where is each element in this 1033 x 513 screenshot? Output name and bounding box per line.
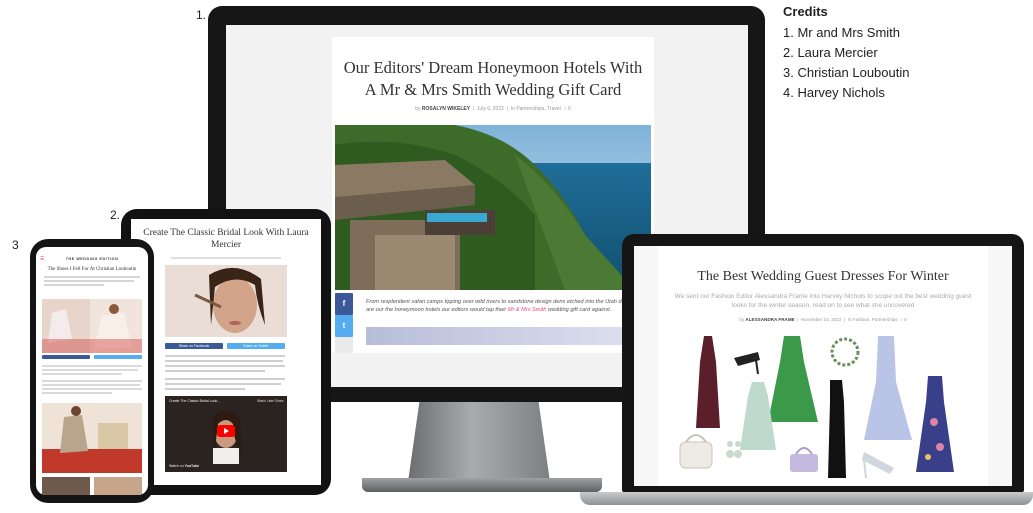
article-date: July 6, 2022 bbox=[476, 106, 504, 112]
comment-count: 0 bbox=[567, 106, 571, 112]
facebook-share-button[interactable]: f bbox=[335, 293, 353, 315]
phone-body-lines bbox=[42, 365, 142, 394]
laptop-article-meta: by ALESSANDRA FRAME | November 15, 2022 … bbox=[739, 317, 907, 322]
phone-facebook-share-button[interactable] bbox=[42, 355, 90, 359]
phone-number-label: 3 bbox=[12, 238, 19, 252]
monitor-article-meta: by ROSALYN WIKELEY | July 6, 2022 | In P… bbox=[415, 106, 571, 112]
byline-label: by bbox=[739, 317, 745, 322]
laptop-article-intro: We sent our Fashion Editor Alessandra Fr… bbox=[674, 293, 972, 309]
mr-mrs-smith-link[interactable]: Mr & Mrs Smith bbox=[508, 307, 547, 313]
laptop-screen: The Best Wedding Guest Dresses For Winte… bbox=[634, 246, 1012, 486]
phone-twitter-share-button[interactable] bbox=[94, 355, 142, 359]
comment-count: 0 bbox=[904, 317, 907, 322]
credit-item: 1. Mr and Mrs Smith bbox=[783, 25, 901, 40]
tablet-article-meta-line bbox=[171, 257, 281, 259]
monitor-article-headline[interactable]: Our Editors' Dream Honeymoon Hotels With… bbox=[338, 57, 648, 101]
phone-thumbnail-strip bbox=[42, 477, 142, 495]
credit-item: 3. Christian Louboutin bbox=[783, 65, 910, 80]
monitor-hero-image bbox=[335, 125, 651, 290]
watch-later-button[interactable]: Watch Later bbox=[257, 399, 274, 403]
author-link[interactable]: ALESSANDRA FRAME bbox=[745, 317, 794, 322]
phone-second-image bbox=[42, 403, 142, 473]
phone-hero-image bbox=[42, 299, 142, 353]
laptop-article-headline[interactable]: The Best Wedding Guest Dresses For Winte… bbox=[658, 269, 988, 285]
dresses-collage-image bbox=[679, 336, 954, 479]
watch-on-label: Watch on bbox=[169, 464, 184, 468]
tablet-body-text-lines bbox=[165, 355, 287, 390]
monitor-number-label: 1. bbox=[196, 8, 207, 22]
facebook-icon: f bbox=[342, 299, 346, 308]
category-links[interactable]: Partnerships, Travel bbox=[516, 106, 560, 112]
tablet-number-label: 2. bbox=[110, 208, 121, 222]
phone-screen: THE WEDDING EDITION ☰ The Shoes I Fell F… bbox=[36, 247, 148, 495]
credit-item: 2. Laura Mercier bbox=[783, 45, 878, 60]
byline-label: by bbox=[415, 106, 421, 112]
tablet-twitter-share-button[interactable]: Share on Twitter bbox=[227, 343, 285, 349]
tablet-makeup-photo bbox=[165, 265, 287, 337]
phone-menu-icon[interactable]: ☰ bbox=[40, 256, 44, 262]
phone-intro-lines bbox=[44, 276, 140, 286]
youtube-logo: YouTube bbox=[184, 464, 200, 468]
in-label: In bbox=[510, 106, 515, 112]
monitor-base bbox=[362, 478, 602, 492]
credit-item: 4. Harvey Nichols bbox=[783, 85, 885, 100]
share-column-extra bbox=[335, 337, 353, 353]
ad-banner[interactable] bbox=[366, 327, 650, 345]
tablet-article-headline[interactable]: Create The Classic Bridal Look With Laur… bbox=[139, 227, 313, 251]
intro-text-end: wedding gift card against. bbox=[547, 307, 612, 313]
tablet-video-player[interactable]: Create The Classic Bridal Look... Watch … bbox=[165, 396, 287, 472]
author-link[interactable]: ROSALYN WIKELEY bbox=[422, 106, 470, 112]
monitor-stand bbox=[408, 402, 550, 482]
monitor-article-intro: From resplendent safari camps tipping ov… bbox=[366, 298, 650, 314]
comment-icon[interactable]: ○ bbox=[564, 106, 567, 112]
video-title: Create The Classic Bridal Look... bbox=[169, 399, 221, 403]
article-date: November 15, 2022 bbox=[801, 317, 842, 322]
credits-block: Credits 1. Mr and Mrs Smith 2. Laura Mer… bbox=[783, 4, 909, 103]
twitter-icon: t bbox=[342, 321, 346, 330]
credits-title: Credits bbox=[783, 4, 828, 19]
tablet-facebook-share-button[interactable]: Share on Facebook bbox=[165, 343, 223, 349]
video-share-button[interactable]: Share bbox=[275, 399, 284, 403]
phone-masthead[interactable]: THE WEDDING EDITION bbox=[36, 257, 148, 261]
comment-icon[interactable]: ○ bbox=[900, 317, 903, 322]
twitter-share-button[interactable]: t bbox=[335, 315, 353, 337]
play-icon[interactable] bbox=[217, 425, 235, 437]
category-links[interactable]: Fashion, Partnerships bbox=[853, 317, 898, 322]
tablet-screen: Create The Classic Bridal Look With Laur… bbox=[131, 219, 321, 485]
phone-article-headline[interactable]: The Shoes I Fell For At Christian Loubou… bbox=[42, 267, 142, 273]
laptop-base bbox=[580, 492, 1033, 505]
monitor-article-page: Our Editors' Dream Honeymoon Hotels With… bbox=[332, 37, 654, 353]
in-label: In bbox=[847, 317, 852, 322]
watch-on-youtube[interactable]: Watch on YouTube bbox=[169, 464, 199, 468]
